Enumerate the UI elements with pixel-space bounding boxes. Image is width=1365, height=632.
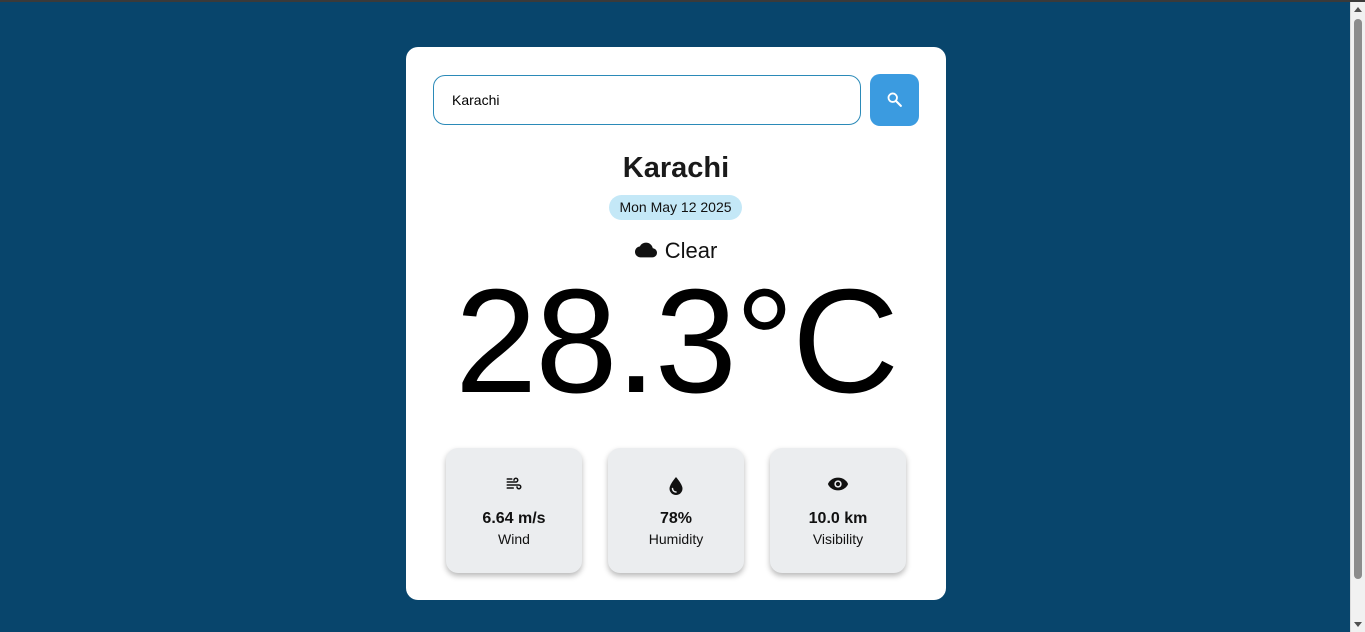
- eye-icon: [827, 477, 849, 491]
- city-name: Karachi: [622, 152, 730, 184]
- temperature-value: 28.3°C: [454, 259, 899, 424]
- wind-value: 6.64 m/s: [482, 510, 546, 527]
- humidity-stat-card: 78% Humidity: [608, 448, 744, 573]
- cloud-icon: [634, 242, 657, 258]
- water-drop-icon: [669, 477, 683, 495]
- scroll-down-arrow-icon[interactable]: [1354, 622, 1362, 627]
- humidity-value: 78%: [659, 510, 693, 527]
- search-button[interactable]: [870, 74, 919, 126]
- vertical-scrollbar[interactable]: [1350, 2, 1365, 632]
- scroll-up-arrow-icon[interactable]: [1354, 7, 1362, 12]
- scrollbar-thumb[interactable]: [1354, 19, 1362, 579]
- humidity-label: Humidity: [648, 531, 704, 547]
- visibility-label: Visibility: [812, 531, 864, 547]
- city-search-input[interactable]: [433, 75, 861, 125]
- visibility-value: 10.0 km: [808, 510, 868, 527]
- window-top-border: [0, 0, 1365, 2]
- wind-label: Wind: [498, 531, 530, 547]
- wind-stat-card: 6.64 m/s Wind: [446, 448, 582, 573]
- visibility-stat-card: 10.0 km Visibility: [770, 448, 906, 573]
- weather-card: Karachi Mon May 12 2025 Clear 28.3°C 6.6…: [406, 47, 946, 600]
- date-badge: Mon May 12 2025: [609, 195, 742, 220]
- wind-icon: [506, 477, 522, 490]
